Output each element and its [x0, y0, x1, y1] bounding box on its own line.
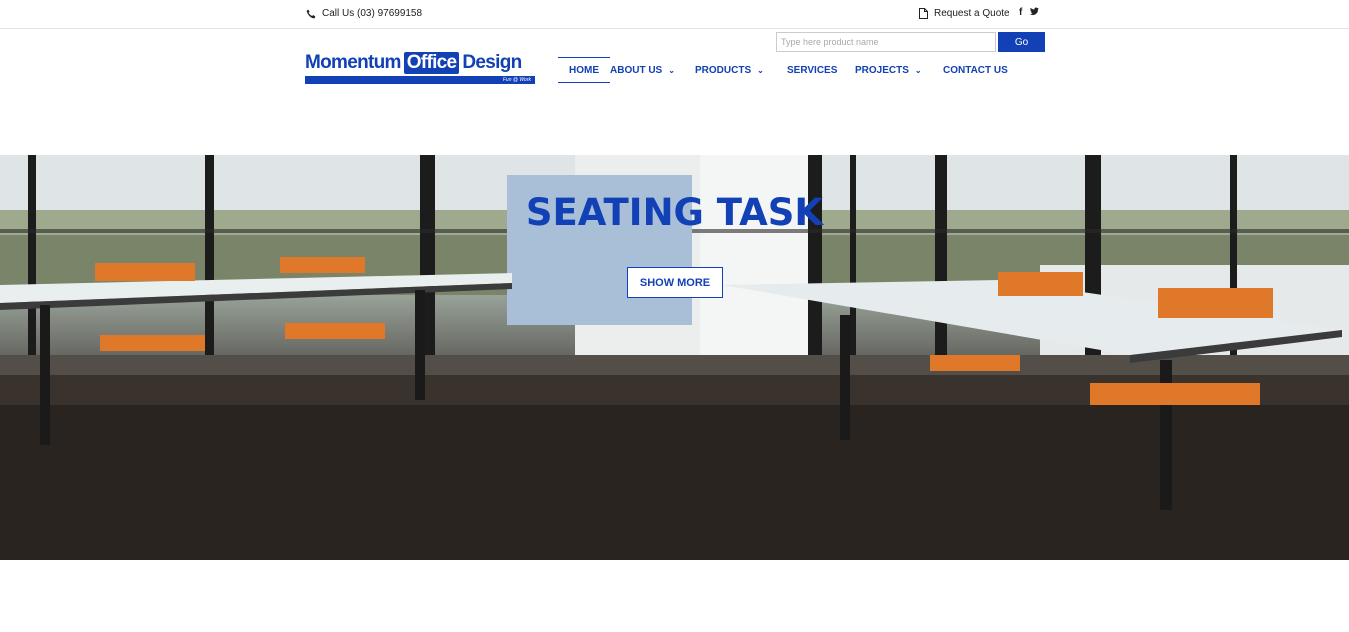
chevron-down-icon: ⌄	[668, 65, 675, 75]
nav-projects[interactable]: PROJECTS ⌄	[855, 57, 943, 83]
nav-contact-label: CONTACT US	[943, 64, 1008, 76]
request-quote-link[interactable]: Request a Quote	[919, 8, 1010, 19]
nav-services-label: SERVICES	[787, 64, 838, 76]
product-search: Go	[776, 32, 1045, 52]
twitter-icon[interactable]	[1030, 7, 1040, 18]
search-input[interactable]	[776, 32, 996, 52]
top-bar: Call Us (03) 97699158 Request a Quote f	[0, 0, 1349, 29]
logo-word-office: Office	[403, 52, 460, 74]
nav-home-label: HOME	[569, 64, 599, 76]
hero-title: SEATING TASK	[525, 191, 824, 234]
nav-products[interactable]: PRODUCTS ⌄	[695, 57, 787, 83]
hero-slider: SEATING TASK SHOW MORE	[0, 155, 1349, 560]
search-go-button[interactable]: Go	[998, 32, 1045, 52]
logo-tagline: Fun @ Work	[502, 77, 531, 83]
document-icon	[919, 8, 928, 19]
phone-icon	[306, 9, 316, 19]
logo-word-momentum: Momentum	[305, 52, 401, 73]
main-nav: HOME ABOUT US ⌄ PRODUCTS ⌄ SERVICES PROJ…	[558, 57, 1008, 83]
request-quote-text: Request a Quote	[934, 8, 1010, 19]
show-more-button[interactable]: SHOW MORE	[627, 267, 723, 298]
nav-about-label: ABOUT US	[610, 64, 663, 76]
chevron-down-icon: ⌄	[914, 65, 922, 75]
nav-contact-us[interactable]: CONTACT US	[943, 57, 1008, 83]
site-logo[interactable]: Momentum Office Design Fun @ Work	[305, 51, 535, 85]
nav-home[interactable]: HOME	[558, 57, 610, 83]
social-links: f	[1019, 7, 1040, 18]
facebook-icon[interactable]: f	[1019, 7, 1022, 18]
logo-wordmark: Momentum Office Design	[305, 51, 522, 75]
logo-word-design: Design	[462, 52, 522, 73]
nav-about-us[interactable]: ABOUT US ⌄	[610, 57, 695, 83]
nav-projects-label: PROJECTS	[855, 64, 909, 76]
phone-contact[interactable]: Call Us (03) 97699158	[306, 8, 422, 19]
chevron-down-icon: ⌄	[757, 65, 764, 75]
nav-services[interactable]: SERVICES	[787, 57, 855, 83]
phone-text: Call Us (03) 97699158	[322, 8, 423, 19]
nav-products-label: PRODUCTS	[695, 64, 752, 76]
logo-underbar	[305, 76, 535, 84]
